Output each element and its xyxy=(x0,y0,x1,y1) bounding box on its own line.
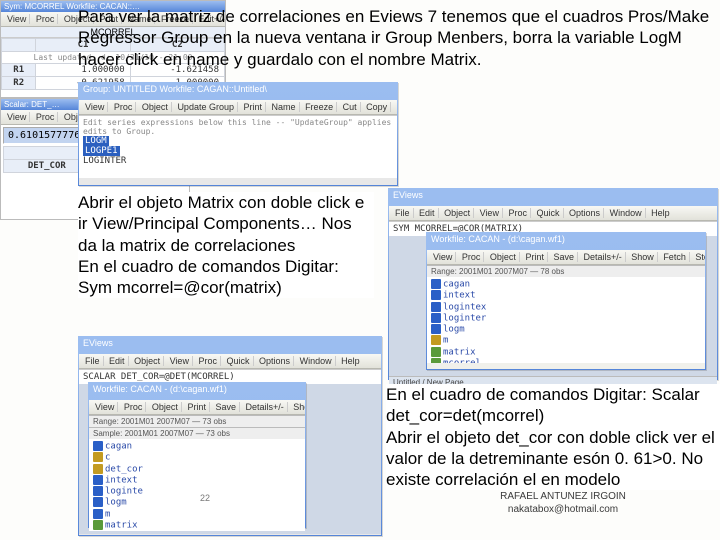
menubar[interactable]: File Edit Object View Proc Quick Options… xyxy=(79,354,381,369)
wf-item[interactable]: m xyxy=(443,336,448,346)
row-r1: R1 xyxy=(2,64,36,77)
menu-proc[interactable]: Proc xyxy=(505,208,531,218)
menu-details[interactable]: Details+/- xyxy=(243,402,288,412)
author-email: nakatabox@hotmail.com xyxy=(508,504,618,515)
hint-text: Edit series expressions below this line … xyxy=(83,118,393,136)
window-title: Workfile: CACAN - (d:\cagan.wf1) xyxy=(431,234,565,244)
menu-edit[interactable]: Edit xyxy=(416,208,439,218)
wf-item[interactable]: c xyxy=(105,453,110,463)
menubar[interactable]: File Edit Object View Proc Quick Options… xyxy=(389,206,717,221)
menu-proc[interactable]: Proc xyxy=(121,402,147,412)
list-item-logpe1[interactable]: LOGPE1 xyxy=(83,146,120,156)
wf-item[interactable]: intext xyxy=(105,475,138,485)
menu-paste[interactable]: Paste xyxy=(394,102,397,112)
menu-window[interactable]: Window xyxy=(607,208,646,218)
menu-view[interactable]: View xyxy=(4,112,30,122)
wf-item-detcor[interactable]: det_cor xyxy=(105,464,143,474)
author-credit: RAFAEL ANTUNEZ IRGOIN nakatabox@hotmail.… xyxy=(478,490,648,516)
menu-copy[interactable]: Copy xyxy=(363,102,391,112)
menu-quick[interactable]: Quick xyxy=(534,208,564,218)
menu-view[interactable]: View xyxy=(4,14,30,24)
wf-item[interactable]: cagan xyxy=(105,442,132,452)
wf-item[interactable]: m xyxy=(105,509,110,519)
menu-object[interactable]: Object xyxy=(131,356,164,366)
menu-proc[interactable]: Proc xyxy=(459,252,485,262)
menu-object[interactable]: Object xyxy=(139,102,172,112)
menu-view[interactable]: View xyxy=(477,208,503,218)
menu-window[interactable]: Window xyxy=(297,356,336,366)
wf-item[interactable]: logm xyxy=(443,325,465,335)
workfile-cacan-window: Workfile: CACAN - (d:\cagan.wf1) View Pr… xyxy=(426,232,706,370)
intro-paragraph: Para ver la matriz de correlaciones en E… xyxy=(78,6,714,70)
menu-name[interactable]: Name xyxy=(269,102,300,112)
menu-help[interactable]: Help xyxy=(338,356,363,366)
menu-view[interactable]: View xyxy=(82,102,108,112)
menu-quick[interactable]: Quick xyxy=(224,356,254,366)
bottom-right-paragraph: En el cuadro de comandos Digitar: Scalar… xyxy=(386,384,720,490)
wf-item[interactable]: matrix xyxy=(105,521,138,531)
toolbar[interactable]: View Proc Object Print Save Details+/- S… xyxy=(427,250,705,265)
menu-view[interactable]: View xyxy=(167,356,193,366)
wf-item[interactable]: mcorrel xyxy=(443,359,481,363)
toolbar[interactable]: View Proc Object Print Save Details+/- S… xyxy=(89,400,305,415)
wf-item[interactable]: matrix xyxy=(443,347,476,357)
range-text: Range: 2001M01 2007M07 — 78 obs xyxy=(427,265,705,277)
wf-item[interactable]: loginte xyxy=(105,487,143,497)
wf-item[interactable]: logintex xyxy=(443,302,486,312)
menu-object[interactable]: Object xyxy=(487,252,520,262)
wf-item[interactable]: intext xyxy=(443,291,476,301)
window-title: EViews xyxy=(83,338,113,348)
menu-object[interactable]: Object xyxy=(149,402,182,412)
mid-left-paragraph: Abrir el objeto Matrix con doble click e… xyxy=(78,192,374,298)
menu-save[interactable]: Save xyxy=(212,402,240,412)
toolbar[interactable]: View Proc Object Update Group Print Name… xyxy=(79,100,397,115)
wf-item[interactable]: loginter xyxy=(443,313,486,323)
sample-text: Sample: 2001M01 2007M07 — 73 obs xyxy=(89,427,305,439)
menu-help[interactable]: Help xyxy=(648,208,673,218)
menu-options[interactable]: Options xyxy=(256,356,294,366)
menu-proc[interactable]: Proc xyxy=(33,14,59,24)
menu-file[interactable]: File xyxy=(82,356,104,366)
menu-store[interactable]: Store xyxy=(692,252,705,262)
menu-show[interactable]: Show xyxy=(628,252,658,262)
menu-print[interactable]: Print xyxy=(184,402,210,412)
workfile-cacan-window-2: Workfile: CACAN - (d:\cagan.wf1) View Pr… xyxy=(88,382,306,528)
menu-update-group[interactable]: Update Group xyxy=(174,102,238,112)
window-title: EViews xyxy=(393,190,423,200)
menu-object[interactable]: Object xyxy=(441,208,474,218)
wf-item[interactable]: cagan xyxy=(443,280,470,290)
list-item-logm[interactable]: LOGM xyxy=(83,136,109,146)
menu-proc[interactable]: Proc xyxy=(195,356,221,366)
group-untitled-window: Group: UNTITLED Workfile: CAGAN::Untitle… xyxy=(78,82,398,186)
menu-print[interactable]: Print xyxy=(241,102,267,112)
wf-item[interactable]: logm xyxy=(105,498,127,508)
row-r2: R2 xyxy=(2,77,36,90)
menu-edit[interactable]: Edit xyxy=(106,356,129,366)
menu-print[interactable]: Print xyxy=(522,252,548,262)
workfile-item-list[interactable]: cagan intext logintex loginter logm m ma… xyxy=(427,277,705,363)
range-text: Range: 2001M01 2007M07 — 73 obs xyxy=(89,415,305,427)
menu-freeze[interactable]: Freeze xyxy=(302,102,337,112)
list-item-loginter[interactable]: LOGINTER xyxy=(83,156,126,166)
menu-file[interactable]: File xyxy=(392,208,414,218)
window-title: Group: UNTITLED Workfile: CAGAN::Untitle… xyxy=(83,84,267,94)
menu-view[interactable]: View xyxy=(430,252,456,262)
workfile-item-list[interactable]: cagan c det_cor intext loginte logm m ma… xyxy=(89,439,305,531)
menu-proc[interactable]: Proc xyxy=(33,112,59,122)
menu-proc[interactable]: Proc xyxy=(111,102,137,112)
menu-show[interactable]: Show xyxy=(290,402,305,412)
page-number: 22 xyxy=(200,493,210,503)
menu-cut[interactable]: Cut xyxy=(340,102,361,112)
window-title: Workfile: CACAN - (d:\cagan.wf1) xyxy=(93,384,227,394)
menu-view[interactable]: View xyxy=(92,402,118,412)
menu-fetch[interactable]: Fetch xyxy=(660,252,690,262)
menu-details[interactable]: Details+/- xyxy=(581,252,626,262)
author-name: RAFAEL ANTUNEZ IRGOIN xyxy=(500,491,626,502)
menu-save[interactable]: Save xyxy=(550,252,578,262)
menu-options[interactable]: Options xyxy=(566,208,604,218)
